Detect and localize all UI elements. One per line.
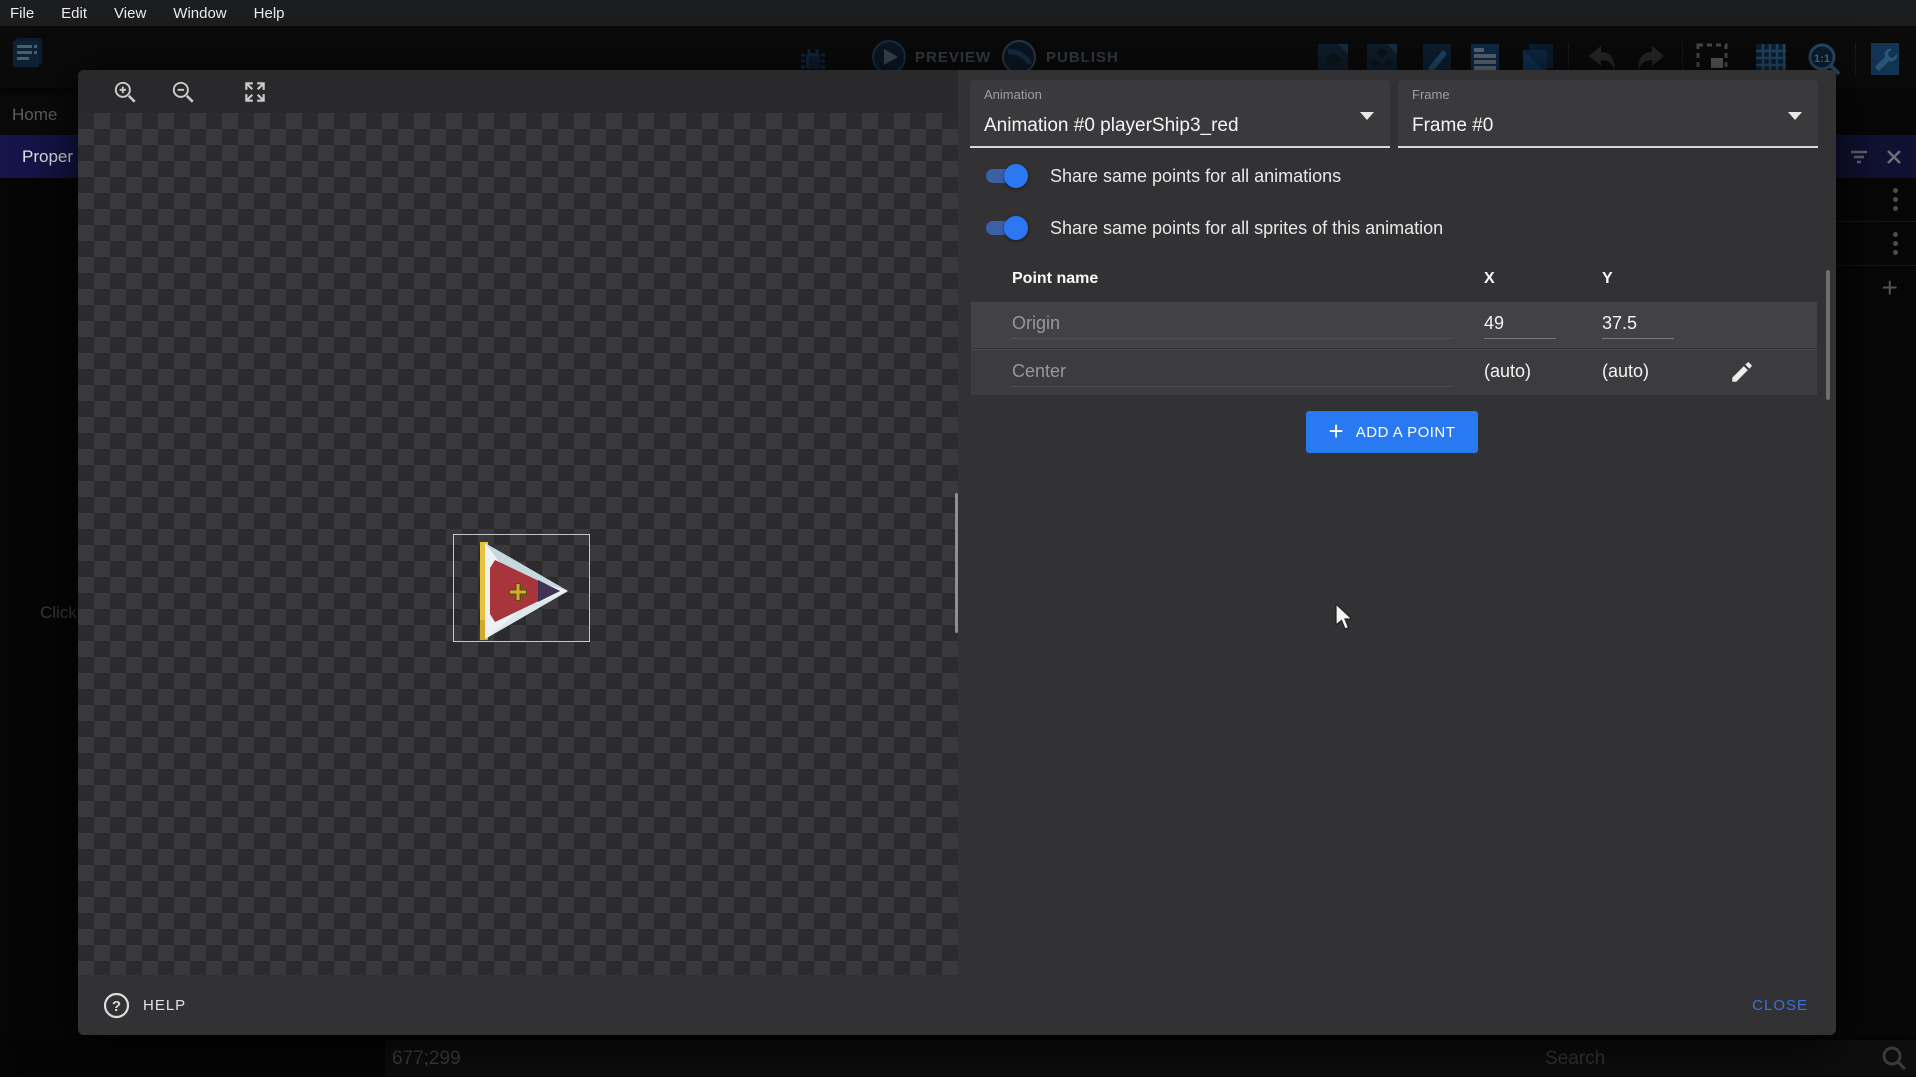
chevron-down-icon [1788, 112, 1802, 120]
canvas-toolbar [78, 70, 958, 113]
toggle-share-all-sprites: Share same points for all sprites of thi… [984, 216, 1443, 240]
point-y-field[interactable]: (auto) [1602, 361, 1674, 382]
menu-bar: File Edit View Window Help [0, 0, 1916, 26]
edit-point-icon[interactable] [1729, 359, 1755, 385]
tab-home[interactable]: Home [0, 95, 78, 135]
chevron-down-icon [1360, 112, 1374, 120]
fit-view-icon[interactable] [242, 79, 268, 105]
tab-properties[interactable]: Proper [0, 135, 78, 178]
frame-select[interactable]: Frame Frame #0 [1398, 80, 1818, 148]
toggle-switch[interactable] [984, 164, 1028, 188]
table-row-origin[interactable]: Origin 49 37.5 [971, 302, 1817, 348]
dialog-footer: ? HELP CLOSE [78, 975, 1836, 1035]
table-row-center[interactable]: Center (auto) (auto) [971, 349, 1817, 395]
help-icon: ? [103, 992, 130, 1019]
publish-label[interactable]: PUBLISH [1046, 49, 1119, 66]
animation-select-label: Animation [984, 87, 1042, 102]
panel-row: + [1836, 266, 1916, 310]
point-y-field[interactable]: 37.5 [1602, 313, 1674, 339]
close-panel-icon[interactable] [1884, 147, 1904, 167]
plus-icon: + [1329, 418, 1344, 444]
menu-view[interactable]: View [114, 5, 146, 22]
frame-select-label: Frame [1412, 87, 1450, 102]
sprite-player-ship[interactable] [460, 540, 578, 647]
search-icon[interactable] [1880, 1044, 1908, 1077]
point-name-field[interactable]: Center [1012, 361, 1452, 387]
panel-row [1836, 222, 1916, 266]
row-menu-icon[interactable] [1893, 188, 1898, 211]
toggle-label: Share same points for all animations [1050, 166, 1341, 187]
toggle-share-all-animations: Share same points for all animations [984, 164, 1341, 188]
point-x-field[interactable]: 49 [1484, 313, 1556, 339]
svg-text:1:1: 1:1 [1814, 53, 1830, 65]
edit-points-dialog: Animation Animation #0 playerShip3_red F… [78, 70, 1836, 1035]
screen: File Edit View Window Help PREVIEW [0, 0, 1916, 1076]
zoom-in-icon[interactable] [112, 79, 138, 105]
project-manager-icon[interactable] [8, 32, 48, 77]
frame-select-value: Frame #0 [1412, 115, 1493, 137]
panel-scrollbar[interactable] [1826, 270, 1830, 400]
properties-panel-header [1836, 135, 1916, 178]
zoom-out-icon[interactable] [170, 79, 196, 105]
mouse-cursor [1335, 603, 1357, 638]
menu-help[interactable]: Help [254, 5, 285, 22]
help-label: HELP [143, 997, 186, 1014]
sprite-canvas[interactable] [78, 113, 958, 975]
points-table-header: Point name X Y [958, 270, 1836, 304]
toggle-switch[interactable] [984, 216, 1028, 240]
column-point-name: Point name [1012, 270, 1098, 288]
preview-label[interactable]: PREVIEW [915, 49, 991, 66]
cursor-coordinates: 677;299 [392, 1048, 461, 1070]
animation-select-value: Animation #0 playerShip3_red [984, 115, 1239, 137]
background-clipped-text: Click [40, 603, 77, 623]
project-settings-icon[interactable] [1866, 40, 1904, 83]
points-panel: Animation Animation #0 playerShip3_red F… [958, 70, 1836, 975]
animation-select[interactable]: Animation Animation #0 playerShip3_red [970, 80, 1390, 148]
point-x-field[interactable]: (auto) [1484, 361, 1556, 382]
add-a-point-button[interactable]: + ADD A POINT [1306, 411, 1478, 453]
point-name-field[interactable]: Origin [1012, 313, 1452, 339]
status-panel [385, 1040, 1916, 1076]
svg-text:?: ? [112, 998, 121, 1015]
toggle-label: Share same points for all sprites of thi… [1050, 218, 1443, 239]
row-menu-icon[interactable] [1893, 232, 1898, 255]
column-x: X [1484, 270, 1495, 288]
filter-icon[interactable] [1848, 146, 1870, 168]
close-button[interactable]: CLOSE [1752, 997, 1808, 1014]
menu-window[interactable]: Window [173, 5, 226, 22]
search-input[interactable]: Search [1545, 1048, 1605, 1070]
panel-row [1836, 178, 1916, 222]
add-a-point-label: ADD A POINT [1356, 424, 1456, 441]
menu-file[interactable]: File [10, 5, 34, 22]
add-row-icon[interactable]: + [1882, 274, 1898, 302]
column-y: Y [1602, 270, 1613, 288]
help-button[interactable]: ? HELP [103, 992, 186, 1019]
menu-edit[interactable]: Edit [61, 5, 87, 22]
